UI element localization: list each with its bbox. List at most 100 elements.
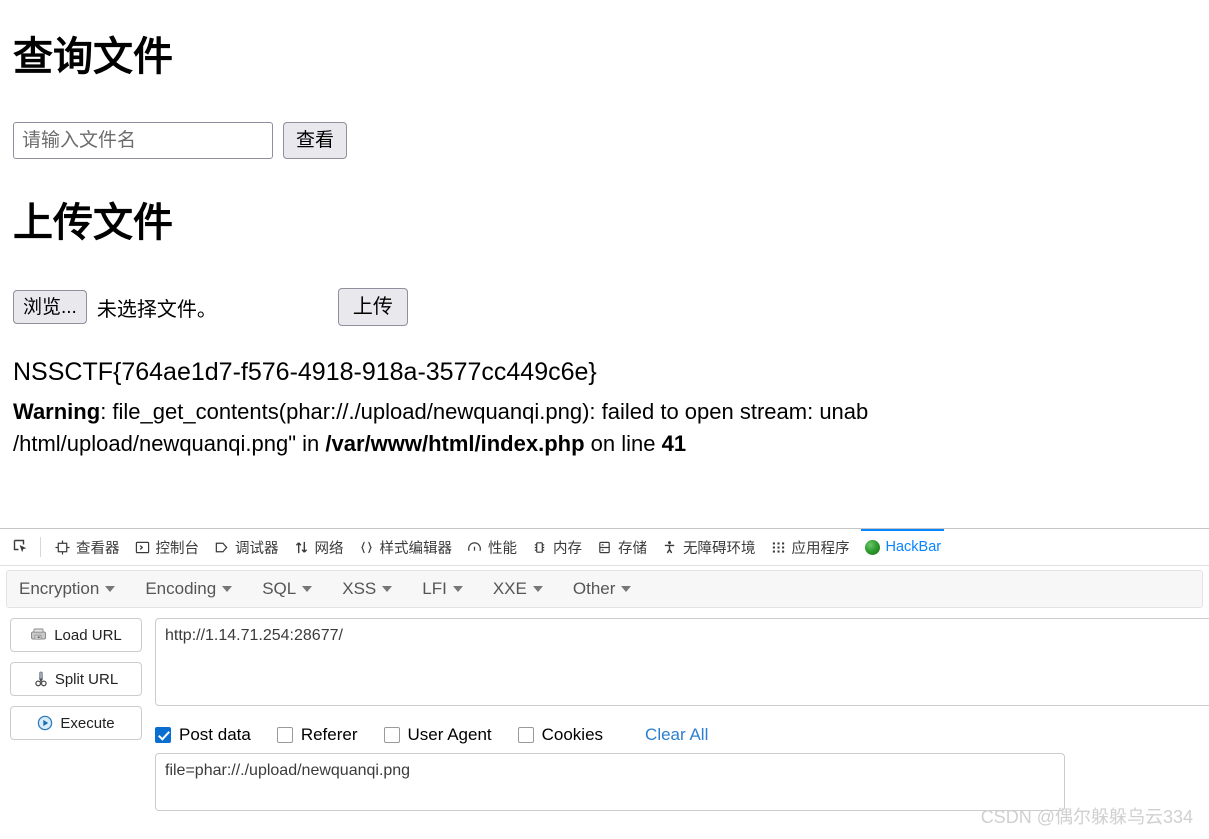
- menu-encoding[interactable]: Encoding: [145, 579, 233, 599]
- post-data-input[interactable]: [155, 753, 1065, 811]
- play-icon: [37, 715, 53, 731]
- browse-file-button[interactable]: 浏览...: [13, 290, 87, 324]
- tab-performance[interactable]: 性能: [459, 529, 524, 565]
- post-data-label: Post data: [179, 725, 251, 744]
- tab-accessibility[interactable]: 无障碍环境: [654, 529, 763, 565]
- menu-encryption[interactable]: Encryption: [19, 579, 116, 599]
- tab-style-editor[interactable]: 样式编辑器: [351, 529, 460, 565]
- hackbar-actions: Load URL Split URL Execute: [10, 618, 145, 816]
- hackbar-menubar: Encryption Encoding SQL XSS LFI XXE Othe…: [6, 570, 1203, 608]
- upload-submit-button[interactable]: 上传: [337, 288, 408, 326]
- menu-sql[interactable]: SQL: [262, 579, 313, 599]
- storage-icon: [596, 539, 613, 556]
- menu-other-label: Other: [572, 579, 616, 598]
- tab-performance-label: 性能: [488, 540, 517, 557]
- user-agent-label: User Agent: [407, 725, 492, 744]
- performance-icon: [466, 539, 483, 556]
- tab-memory[interactable]: 内存: [524, 529, 589, 565]
- view-file-button[interactable]: 查看: [283, 122, 347, 159]
- chevron-down-icon: [382, 586, 393, 592]
- tab-network[interactable]: 网络: [286, 529, 351, 565]
- tab-accessibility-label: 无障碍环境: [683, 540, 756, 557]
- flag-text: NSSCTF{764ae1d7-f576-4918-918a-3577cc449…: [13, 358, 597, 386]
- upload-file-heading: 上传文件: [13, 201, 173, 245]
- warning-file-path: /var/www/html/index.php: [325, 431, 585, 456]
- option-referer[interactable]: Referer: [276, 725, 358, 745]
- menu-encryption-label: Encryption: [19, 579, 100, 598]
- menu-xss-label: XSS: [342, 579, 377, 598]
- tab-application[interactable]: 应用程序: [763, 529, 857, 565]
- filename-search-input[interactable]: [13, 122, 273, 159]
- devtools-panel: 查看器 控制台 调试器 网络 样式编辑器 性能 内存 存储 无障碍环境 应用程序…: [0, 528, 1209, 839]
- query-file-heading: 查询文件: [13, 35, 173, 79]
- upload-form: 浏览... 未选择文件。 上传: [13, 288, 408, 326]
- menu-encoding-label: Encoding: [145, 579, 217, 598]
- style-editor-icon: [358, 539, 375, 556]
- cookies-checkbox[interactable]: [517, 727, 534, 743]
- tab-hackbar-label: HackBar: [885, 539, 942, 555]
- memory-icon: [531, 539, 548, 556]
- chevron-down-icon: [621, 586, 632, 592]
- tab-console-label: 控制台: [155, 540, 200, 557]
- tab-inspector[interactable]: 查看器: [47, 529, 127, 565]
- network-icon: [293, 539, 310, 556]
- hackbar-icon: [864, 539, 881, 556]
- tab-inspector-label: 查看器: [76, 540, 120, 557]
- load-url-button[interactable]: Load URL: [10, 618, 142, 652]
- web-page-content: 查询文件 查看 上传文件 浏览... 未选择文件。 上传 NSSCTF{764a…: [0, 0, 1209, 528]
- accessibility-icon: [661, 539, 678, 556]
- option-post-data[interactable]: Post data: [155, 725, 251, 745]
- load-url-label: Load URL: [54, 626, 122, 644]
- inspector-icon: [54, 539, 71, 556]
- hackbar-body: Load URL Split URL Execute http://1.14.7…: [0, 608, 1209, 816]
- chevron-down-icon: [105, 586, 116, 592]
- user-agent-checkbox[interactable]: [383, 727, 400, 743]
- warning-on-line-text: on line: [584, 431, 662, 456]
- toolbar-divider: [40, 537, 41, 557]
- chevron-down-icon: [302, 586, 313, 592]
- menu-lfi[interactable]: LFI: [422, 579, 463, 599]
- php-warning-message: Warning: file_get_contents(phar://./uplo…: [13, 396, 1209, 460]
- chevron-down-icon: [222, 586, 233, 592]
- menu-other[interactable]: Other: [573, 579, 632, 599]
- hackbar-fields: Post data Referer User Agent Cookies C: [145, 618, 1209, 816]
- option-user-agent[interactable]: User Agent: [383, 725, 492, 745]
- clear-all-link[interactable]: Clear All: [645, 725, 708, 745]
- cookies-label: Cookies: [541, 725, 604, 744]
- tab-memory-label: 内存: [553, 540, 582, 557]
- request-options: Post data Referer User Agent Cookies Cle…: [155, 724, 1209, 746]
- browser-window: 查询文件 查看 上传文件 浏览... 未选择文件。 上传 NSSCTF{764a…: [0, 0, 1209, 839]
- referer-checkbox[interactable]: [276, 727, 293, 743]
- menu-xxe[interactable]: XXE: [493, 579, 543, 599]
- chevron-down-icon: [532, 586, 543, 592]
- scissors-icon: [34, 671, 48, 687]
- query-form: 查看: [13, 122, 347, 159]
- post-data-checkbox[interactable]: [155, 727, 171, 743]
- tab-hackbar[interactable]: HackBar: [857, 529, 949, 565]
- url-input[interactable]: [155, 618, 1209, 706]
- tab-storage-label: 存储: [618, 540, 647, 557]
- execute-label: Execute: [60, 714, 115, 732]
- tab-console[interactable]: 控制台: [127, 529, 207, 565]
- split-url-label: Split URL: [54, 670, 119, 688]
- menu-sql-label: SQL: [262, 579, 297, 598]
- no-file-selected-label: 未选择文件。: [96, 298, 217, 321]
- option-cookies[interactable]: Cookies: [517, 725, 604, 745]
- execute-button[interactable]: Execute: [10, 706, 142, 740]
- split-url-button[interactable]: Split URL: [10, 662, 142, 696]
- warning-line-1: Warning: file_get_contents(phar://./uplo…: [13, 396, 1209, 428]
- warning-label: Warning: [13, 399, 101, 424]
- tab-debugger[interactable]: 调试器: [206, 529, 286, 565]
- tab-network-label: 网络: [314, 540, 344, 557]
- warning-line-2: /html/upload/newquanqi.png" in /var/www/…: [13, 428, 1209, 460]
- tab-style-editor-label: 样式编辑器: [379, 540, 453, 557]
- application-icon: [770, 539, 787, 556]
- menu-lfi-label: LFI: [422, 579, 447, 598]
- element-picker-icon[interactable]: [6, 533, 36, 561]
- devtools-tabbar: 查看器 控制台 调试器 网络 样式编辑器 性能 内存 存储 无障碍环境 应用程序…: [0, 529, 1209, 566]
- menu-xss[interactable]: XSS: [342, 579, 393, 599]
- referer-label: Referer: [300, 725, 358, 744]
- warning-line-2-text: /html/upload/newquanqi.png" in: [13, 431, 326, 456]
- tab-storage[interactable]: 存储: [589, 529, 654, 565]
- warning-line-number: 41: [661, 431, 687, 456]
